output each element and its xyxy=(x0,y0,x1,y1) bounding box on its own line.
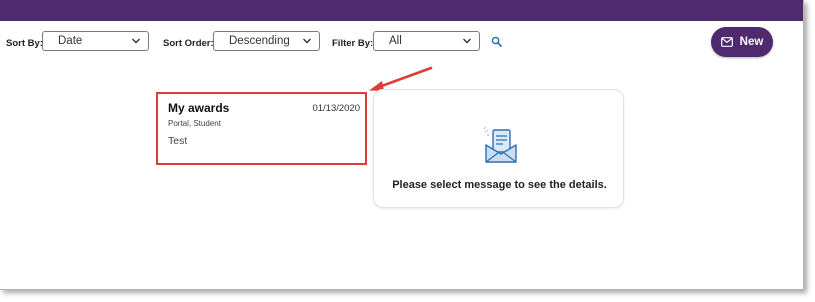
filter-by-select[interactable]: All xyxy=(373,31,480,51)
chevron-down-icon xyxy=(303,38,311,44)
filter-by-label: Filter By: xyxy=(332,38,374,49)
search-icon[interactable] xyxy=(491,36,502,47)
sort-order-select[interactable]: Descending xyxy=(213,31,320,51)
sort-order-label: Sort Order: xyxy=(163,38,214,49)
message-sender: Portal, Student xyxy=(168,119,221,128)
open-envelope-icon xyxy=(483,126,517,163)
chevron-down-icon xyxy=(132,38,140,44)
sort-order-value: Descending xyxy=(229,35,290,47)
chevron-down-icon xyxy=(463,38,471,44)
message-title: My awards xyxy=(168,101,230,115)
filter-by-value: All xyxy=(389,35,402,47)
sort-by-label: Sort By: xyxy=(6,38,43,49)
message-detail-panel: Please select message to see the details… xyxy=(373,89,624,208)
messages-window: Sort By: Date Sort Order: Descending Fil… xyxy=(0,0,804,290)
new-button-label: New xyxy=(739,36,764,48)
message-list-item[interactable]: My awards 01/13/2020 Portal, Student Tes… xyxy=(156,92,367,165)
message-date: 01/13/2020 xyxy=(312,103,360,114)
sort-by-value: Date xyxy=(58,35,83,47)
empty-detail-message: Please select message to see the details… xyxy=(392,179,607,191)
new-message-button[interactable]: New xyxy=(711,27,773,57)
message-preview: Test xyxy=(168,135,188,147)
sort-by-select[interactable]: Date xyxy=(42,31,149,51)
envelope-icon xyxy=(720,37,733,47)
top-bar xyxy=(0,0,803,21)
